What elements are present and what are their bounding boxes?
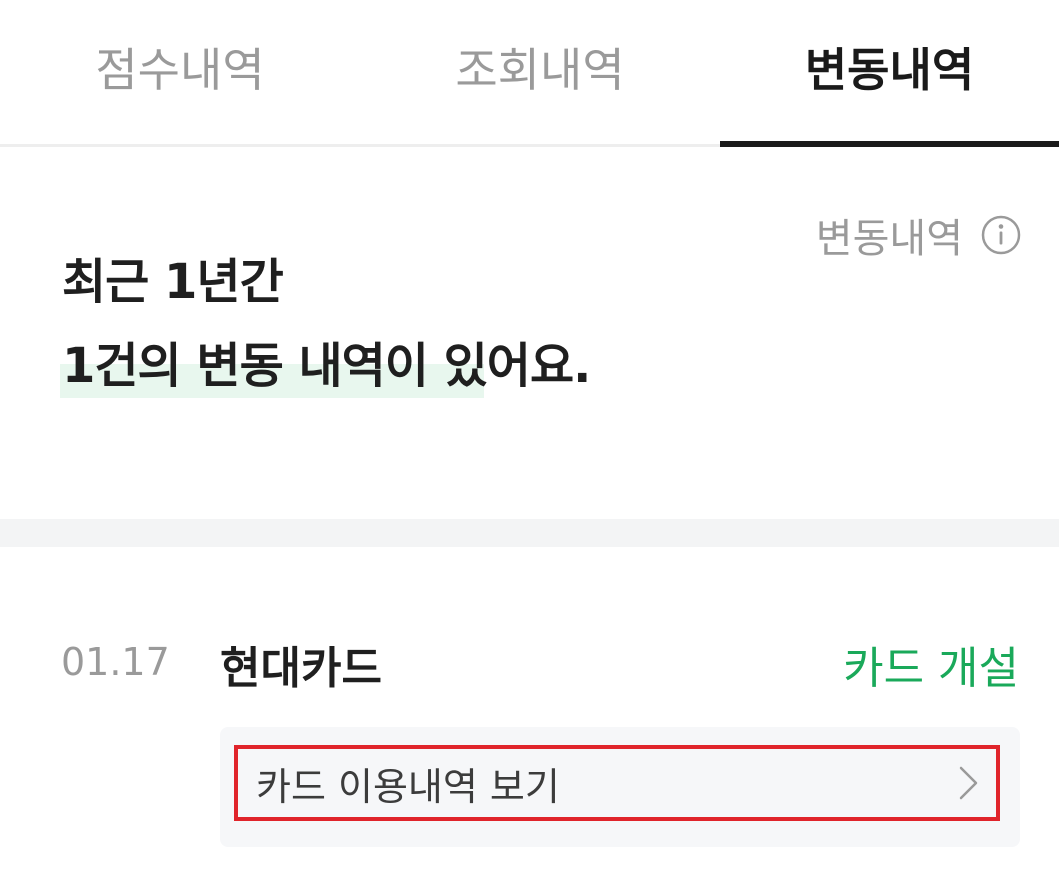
info-icon[interactable] <box>981 215 1021 255</box>
tab-change-history[interactable]: 변동내역 <box>720 0 1059 147</box>
section-divider <box>0 519 1059 547</box>
card-usage-history-label: 카드 이용내역 보기 <box>256 764 560 809</box>
entry-date: 01.17 <box>61 640 170 684</box>
entry-status: 카드 개설 <box>843 643 1019 694</box>
chevron-right-icon <box>959 766 978 800</box>
entry-title: 현대카드 <box>220 643 382 694</box>
headline-line-1: 최근 1년간 <box>62 254 284 310</box>
info-link-label: 변동내역 <box>815 216 963 262</box>
headline-line-2: 1건의 변동 내역이 있어요. <box>62 338 591 394</box>
card-usage-history-link[interactable]: 카드 이용내역 보기 <box>234 745 1000 821</box>
summary-headline: 최근 1년간 1건의 변동 내역이 있어요. <box>62 240 591 408</box>
tab-score-history[interactable]: 점수내역 <box>0 0 360 147</box>
tab-bar: 점수내역 조회내역 변동내역 <box>0 0 1059 147</box>
tab-inquiry-history[interactable]: 조회내역 <box>360 0 720 147</box>
change-history-info-link[interactable]: 변동내역 <box>816 206 1021 264</box>
active-tab-indicator <box>720 141 1059 147</box>
